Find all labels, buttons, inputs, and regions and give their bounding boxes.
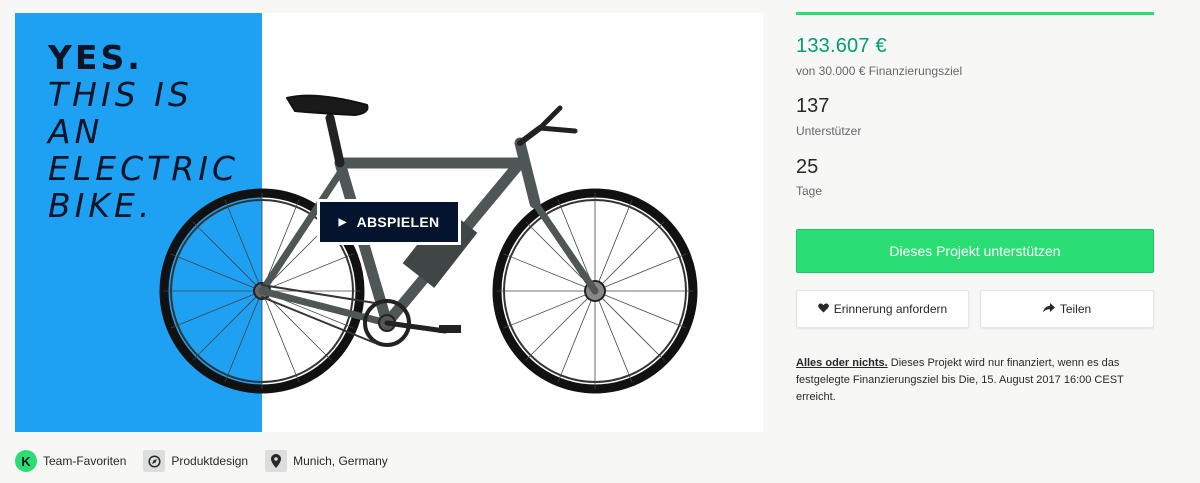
location-label: Munich, Germany: [293, 454, 388, 468]
kickstarter-k-icon: K: [15, 450, 37, 472]
category-label: Produktdesign: [171, 454, 249, 468]
funding-goal: von 30.000 € Finanzierungsziel: [796, 64, 963, 78]
play-button-label: ABSPIELEN: [356, 214, 440, 230]
all-or-nothing-link[interactable]: Alles oder nichts.: [796, 357, 888, 369]
backers-count: 137: [796, 95, 830, 117]
play-button[interactable]: ▶ ABSPIELEN: [317, 199, 461, 245]
play-icon: ▶: [338, 216, 347, 228]
backers-label: Unterstützer: [796, 124, 862, 138]
share-arrow-icon: [1042, 302, 1055, 316]
pledged-amount: 133.607 €: [796, 35, 887, 57]
remind-me-label: Erinnerung anfordern: [833, 302, 948, 316]
funding-progress-bar: [796, 12, 1154, 15]
location-pin-icon: [265, 450, 288, 472]
favorites-label: Team-Favoriten: [43, 454, 127, 468]
meta-location[interactable]: Munich, Germany: [265, 450, 388, 472]
meta-favorites[interactable]: K Team-Favoriten: [15, 450, 126, 472]
days-label: Tage: [796, 184, 823, 198]
compass-icon: [143, 450, 166, 472]
days-count: 25: [796, 156, 819, 178]
back-project-button[interactable]: Dieses Projekt unterstützen: [796, 229, 1154, 273]
funding-progress-fill: [796, 12, 1154, 15]
all-or-nothing-notice: Alles oder nichts. Dieses Projekt wird n…: [796, 355, 1156, 406]
remind-me-button[interactable]: Erinnerung anfordern: [796, 290, 969, 328]
project-video[interactable]: YES. THIS IS AN ELECTRIC BIKE. ▶ ABSPIEL…: [15, 13, 763, 432]
heart-icon: [817, 302, 829, 316]
share-label: Teilen: [1059, 302, 1092, 316]
meta-category[interactable]: Produktdesign: [143, 450, 248, 472]
share-button[interactable]: Teilen: [980, 290, 1154, 328]
project-meta: K Team-Favoriten Produktdesign Munich, G…: [15, 449, 405, 473]
